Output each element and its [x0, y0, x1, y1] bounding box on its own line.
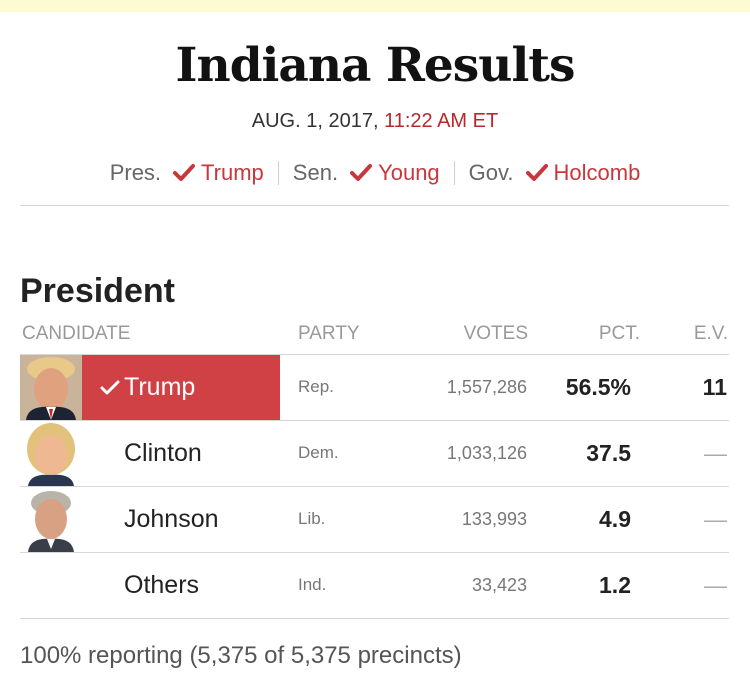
summary-governor[interactable]: Gov. Holcomb: [469, 160, 641, 186]
candidate-name: Clinton: [124, 439, 202, 467]
candidate-name: Johnson: [124, 505, 219, 533]
table-row[interactable]: Others Ind. 33,423 1.2 —: [20, 553, 729, 619]
timestamp-time: 11:22 AM ET: [384, 110, 499, 132]
table-row[interactable]: Clinton Dem. 1,033,126 37.5 —: [20, 421, 729, 487]
candidate-votes: 1,557,286: [446, 377, 527, 397]
column-header-ev: E.V.: [693, 323, 728, 344]
column-header-party: PARTY: [298, 323, 360, 344]
checkmark-icon: [525, 164, 548, 181]
candidate-party: Rep.: [298, 377, 334, 396]
candidate-name: Trump: [124, 373, 196, 401]
candidate-photo: [20, 355, 82, 420]
candidate-ev: —: [704, 440, 727, 466]
candidate-ev: —: [704, 572, 727, 598]
candidate-pct: 56.5%: [565, 374, 631, 400]
candidate-votes: 1,033,126: [446, 443, 527, 463]
table-row[interactable]: Trump Rep. 1,557,286 56.5% 11: [20, 355, 729, 421]
candidate-pct: 4.9: [599, 506, 631, 532]
checkmark-icon: [100, 380, 120, 395]
divider: [20, 205, 729, 206]
top-banner: [0, 0, 750, 12]
timestamp: AUG. 1, 2017, 11:22 AM ET: [0, 110, 750, 133]
candidate-ev: 11: [702, 374, 727, 400]
page-title: Indiana Results: [175, 38, 576, 93]
candidate-cell: Johnson: [20, 487, 280, 552]
candidate-votes: 133,993: [461, 509, 527, 529]
separator: [277, 161, 279, 185]
candidate-cell: Others: [20, 553, 280, 618]
candidate-cell: Trump: [20, 355, 280, 420]
checkmark-icon: [350, 164, 373, 181]
candidate-ev: —: [704, 506, 727, 532]
summary-president[interactable]: Pres. Trump: [110, 160, 264, 186]
summary-label: Gov.: [468, 160, 514, 185]
candidate-name: Others: [124, 571, 200, 599]
summary-winner: Holcomb: [553, 160, 641, 185]
candidate-photo: [20, 487, 82, 552]
column-header-votes: VOTES: [463, 323, 528, 344]
summary-winner: Trump: [201, 160, 264, 185]
candidate-photo: [20, 421, 82, 486]
column-header-pct: PCT.: [598, 323, 640, 344]
column-header-candidate: CANDIDATE: [22, 323, 131, 344]
candidate-party: Dem.: [298, 443, 339, 462]
race-summary: Pres. Trump Sen. Young Gov. Holcomb: [0, 160, 750, 186]
table-row[interactable]: Johnson Lib. 133,993 4.9 —: [20, 487, 729, 553]
candidate-pct: 1.2: [599, 572, 631, 598]
summary-winner: Young: [378, 160, 440, 185]
summary-senate[interactable]: Sen. Young: [293, 160, 440, 186]
section-title: President: [20, 272, 175, 310]
candidate-pct: 37.5: [586, 440, 631, 466]
candidate-cell: Clinton: [20, 421, 280, 486]
reporting-status: 100% reporting (5,375 of 5,375 precincts…: [20, 642, 462, 669]
candidate-party: Lib.: [298, 509, 326, 528]
timestamp-date: AUG. 1, 2017,: [251, 110, 379, 132]
summary-label: Sen.: [292, 160, 339, 185]
checkmark-icon: [173, 164, 196, 181]
candidate-votes: 33,423: [471, 575, 527, 595]
separator: [453, 161, 455, 185]
summary-label: Pres.: [109, 160, 162, 185]
candidate-party: Ind.: [298, 575, 327, 594]
